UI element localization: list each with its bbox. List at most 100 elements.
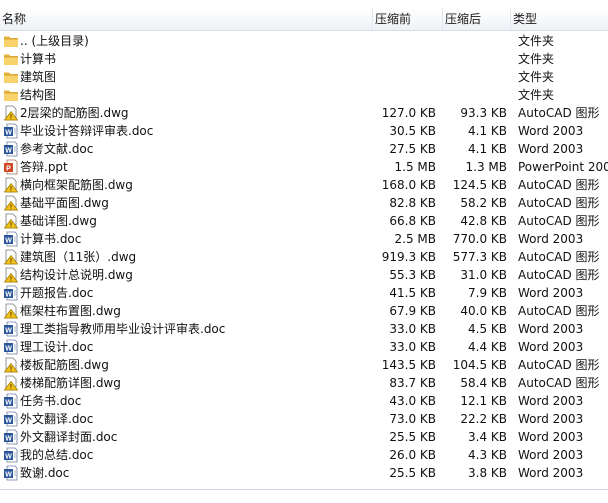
file-size: 27.5 KB (389, 142, 436, 156)
file-row[interactable]: 横向框架配筋图.dwg 168.0 KB 124.5 KB AutoCAD 图形 (0, 176, 608, 194)
file-row[interactable]: 楼梯配筋详图.dwg 83.7 KB 58.4 KB AutoCAD 图形 (0, 374, 608, 392)
file-name: 基础详图.dwg (20, 214, 97, 228)
file-size: 41.5 KB (389, 286, 436, 300)
file-row[interactable]: W 参考文献.doc 27.5 KB 4.1 KB Word 2003 (0, 140, 608, 158)
folder-icon (3, 33, 19, 49)
file-size: 919.3 KB (381, 250, 436, 264)
file-row[interactable]: 基础详图.dwg 66.8 KB 42.8 KB AutoCAD 图形 (0, 212, 608, 230)
dwg-file-icon (3, 267, 19, 283)
compressed-size: 93.3 KB (460, 106, 507, 120)
compressed-size: 770.0 KB (452, 232, 507, 246)
compressed-size: 31.0 KB (460, 268, 507, 282)
compressed-size: 3.8 KB (468, 466, 507, 480)
file-name: 参考文献.doc (20, 142, 94, 156)
file-type: 文件夹 (518, 88, 555, 102)
file-type: Word 2003 (518, 340, 584, 354)
file-name: 2层梁的配筋图.dwg (20, 106, 129, 120)
file-name: 基础平面图.dwg (20, 196, 109, 210)
compressed-size: 4.1 KB (468, 124, 507, 138)
file-size (372, 50, 436, 68)
svg-text:P: P (6, 166, 11, 173)
file-size: 30.5 KB (389, 124, 436, 138)
file-name: 横向框架配筋图.dwg (20, 178, 133, 192)
file-row[interactable]: 基础平面图.dwg 82.8 KB 58.2 KB AutoCAD 图形 (0, 194, 608, 212)
file-type: PowerPoint 200 (518, 160, 608, 174)
file-name: 致谢.doc (20, 466, 70, 480)
svg-text:W: W (5, 400, 12, 407)
column-header-type[interactable]: 类型 (510, 8, 608, 30)
svg-text:W: W (5, 472, 12, 479)
file-type: AutoCAD 图形 (518, 106, 600, 120)
compressed-size: 4.1 KB (468, 142, 507, 156)
file-type: Word 2003 (518, 232, 584, 246)
column-header: 名称 压缩前 压缩后 类型 (0, 8, 608, 31)
file-type: Word 2003 (518, 142, 584, 156)
file-type: AutoCAD 图形 (518, 358, 600, 372)
folder-icon (3, 87, 19, 103)
file-size: 143.5 KB (381, 358, 436, 372)
file-name: 计算书.doc (20, 232, 82, 246)
compressed-size (444, 68, 507, 86)
column-header-size[interactable]: 压缩前 (372, 8, 442, 30)
file-size: 43.0 KB (389, 394, 436, 408)
svg-text:W: W (5, 346, 12, 353)
file-type: Word 2003 (518, 412, 584, 426)
compressed-size: 40.0 KB (460, 304, 507, 318)
file-row[interactable]: 2层梁的配筋图.dwg 127.0 KB 93.3 KB AutoCAD 图形 (0, 104, 608, 122)
file-name: 理工类指导教师用毕业设计评审表.doc (20, 322, 226, 336)
file-row[interactable]: 框架柱布置图.dwg 67.9 KB 40.0 KB AutoCAD 图形 (0, 302, 608, 320)
file-size: 83.7 KB (389, 376, 436, 390)
file-size: 33.0 KB (389, 322, 436, 336)
file-type: AutoCAD 图形 (518, 304, 600, 318)
file-size: 25.5 KB (389, 466, 436, 480)
file-type: Word 2003 (518, 466, 584, 480)
dwg-file-icon (3, 303, 19, 319)
folder-row[interactable]: .. (上级目录) 文件夹 (0, 32, 608, 50)
file-row[interactable]: W 毕业设计答辩评审表.doc 30.5 KB 4.1 KB Word 2003 (0, 122, 608, 140)
file-name: 楼梯配筋详图.dwg (20, 376, 121, 390)
word-file-icon: W (3, 231, 19, 247)
file-size: 82.8 KB (389, 196, 436, 210)
word-file-icon: W (3, 411, 19, 427)
svg-text:W: W (5, 130, 12, 137)
bottom-divider (0, 489, 608, 490)
folder-row[interactable]: 结构图 文件夹 (0, 86, 608, 104)
file-type: AutoCAD 图形 (518, 178, 600, 192)
file-row[interactable]: W 理工设计.doc 33.0 KB 4.4 KB Word 2003 (0, 338, 608, 356)
compressed-size: 58.2 KB (460, 196, 507, 210)
file-row[interactable]: 楼板配筋图.dwg 143.5 KB 104.5 KB AutoCAD 图形 (0, 356, 608, 374)
file-row[interactable]: W 致谢.doc 25.5 KB 3.8 KB Word 2003 (0, 464, 608, 482)
file-row[interactable]: W 理工类指导教师用毕业设计评审表.doc 33.0 KB 4.5 KB Word 20… (0, 320, 608, 338)
svg-text:W: W (5, 292, 12, 299)
file-type: 文件夹 (518, 34, 555, 48)
compressed-size (444, 50, 507, 68)
word-file-icon: W (3, 339, 19, 355)
file-row[interactable]: W 计算书.doc 2.5 MB 770.0 KB Word 2003 (0, 230, 608, 248)
dwg-file-icon (3, 213, 19, 229)
file-row[interactable]: W 外文翻译.doc 73.0 KB 22.2 KB Word 2003 (0, 410, 608, 428)
word-file-icon: W (3, 393, 19, 409)
column-header-name[interactable]: 名称 (0, 8, 372, 30)
compressed-size: 124.5 KB (452, 178, 507, 192)
file-row[interactable]: 建筑图（11张）.dwg 919.3 KB 577.3 KB AutoCAD 图形 (0, 248, 608, 266)
file-row[interactable]: W 开题报告.doc 41.5 KB 7.9 KB Word 2003 (0, 284, 608, 302)
word-file-icon: W (3, 141, 19, 157)
compressed-size: 577.3 KB (452, 250, 507, 264)
folder-icon (3, 69, 19, 85)
file-row[interactable]: W 我的总结.doc 26.0 KB 4.3 KB Word 2003 (0, 446, 608, 464)
column-header-compressed[interactable]: 压缩后 (442, 8, 510, 30)
file-row[interactable]: W 任务书.doc 43.0 KB 12.1 KB Word 2003 (0, 392, 608, 410)
file-type: Word 2003 (518, 124, 584, 138)
folder-row[interactable]: 建筑图 文件夹 (0, 68, 608, 86)
folder-row[interactable]: 计算书 文件夹 (0, 50, 608, 68)
file-name: 建筑图（11张）.dwg (20, 250, 137, 264)
file-row[interactable]: P 答辩.ppt 1.5 MB 1.3 MB PowerPoint 200 (0, 158, 608, 176)
file-row[interactable]: W 外文翻译封面.doc 25.5 KB 3.4 KB Word 2003 (0, 428, 608, 446)
compressed-size: 22.2 KB (460, 412, 507, 426)
file-size: 26.0 KB (389, 448, 436, 462)
file-size: 73.0 KB (389, 412, 436, 426)
file-name: 框架柱布置图.dwg (20, 304, 121, 318)
file-type: 文件夹 (518, 52, 555, 66)
file-row[interactable]: 结构设计总说明.dwg 55.3 KB 31.0 KB AutoCAD 图形 (0, 266, 608, 284)
compressed-size (444, 32, 507, 50)
